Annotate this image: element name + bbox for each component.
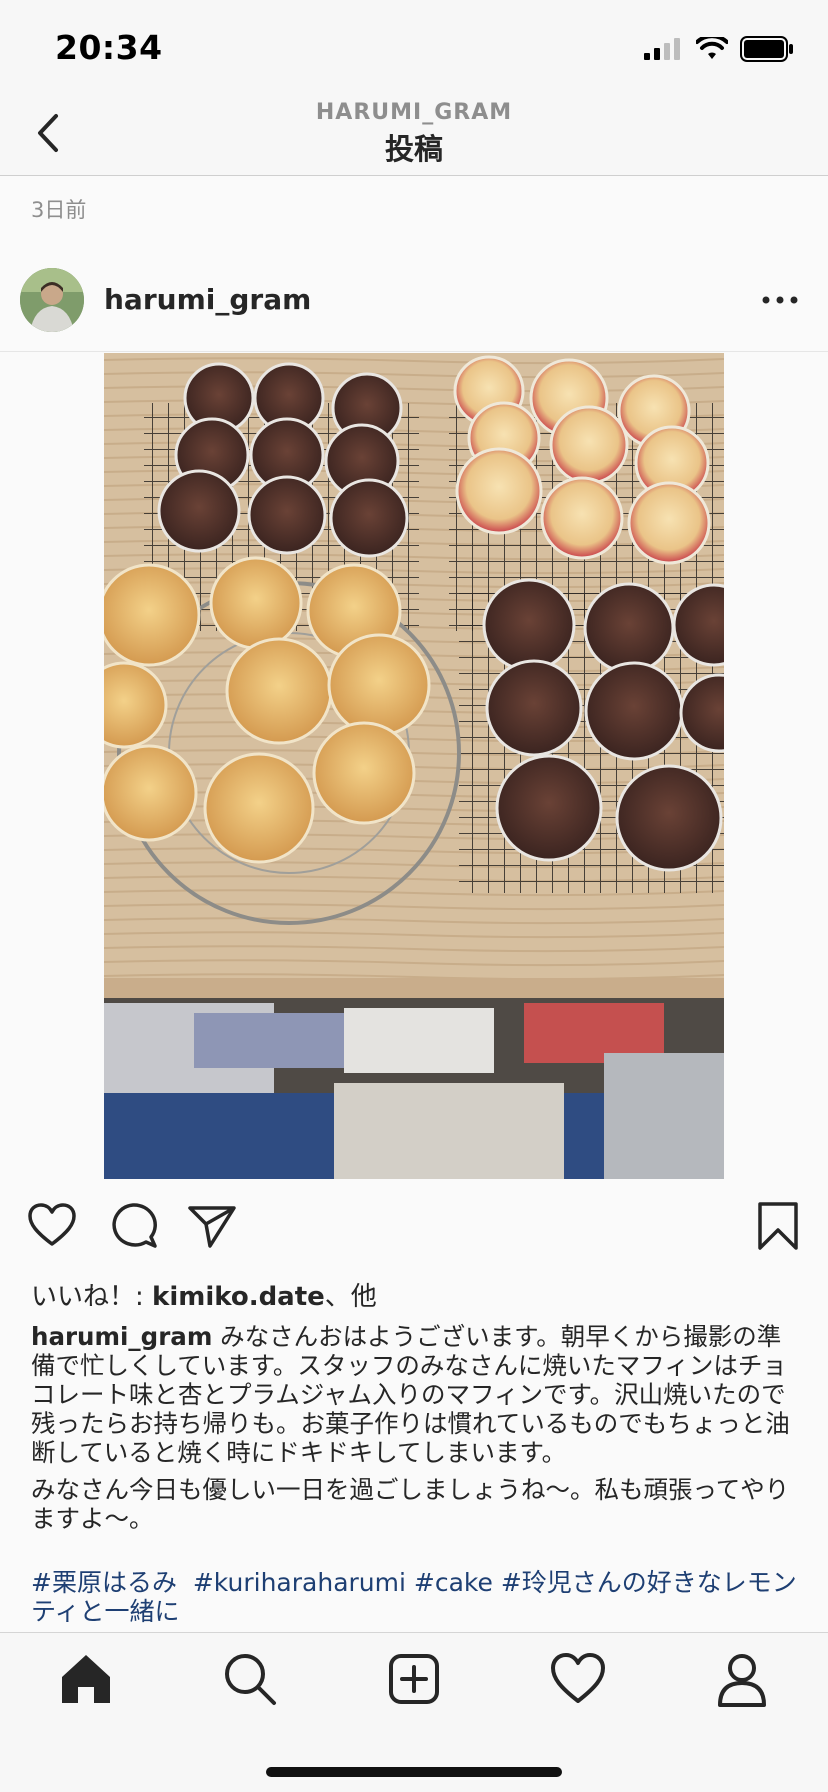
- caption-username[interactable]: harumi_gram: [31, 1322, 212, 1351]
- hashtag[interactable]: #栗原はるみ: [31, 1568, 177, 1597]
- post-caption: harumi_gram みなさんおはようございます。朝早くから撮影の準備で忙しく…: [31, 1322, 801, 1533]
- home-indicator[interactable]: [266, 1767, 562, 1777]
- home-icon: [62, 1655, 110, 1703]
- save-button[interactable]: [752, 1200, 804, 1252]
- caption-text-2: みなさん今日も優しい一日を過ごしましょうね〜。私も頑張ってやりますよ〜。: [31, 1475, 790, 1533]
- hashtag[interactable]: #kuriharaharumi: [193, 1568, 406, 1597]
- post-username[interactable]: harumi_gram: [104, 283, 311, 316]
- tab-profile[interactable]: [712, 1649, 772, 1709]
- send-icon: [188, 1206, 236, 1248]
- post-header: harumi_gram: [0, 262, 828, 352]
- page-title: 投稿: [384, 132, 443, 166]
- activity-heart-icon: [551, 1653, 605, 1703]
- nav-account-name: HARUMI_GRAM: [315, 100, 513, 125]
- tab-bar: [0, 1632, 828, 1792]
- signal-icon: [644, 38, 680, 60]
- search-icon: [225, 1654, 276, 1705]
- avatar[interactable]: [20, 268, 84, 332]
- add-post-icon: [389, 1654, 439, 1704]
- heart-icon: [28, 1203, 76, 1246]
- comment-icon: [112, 1203, 157, 1248]
- tab-search[interactable]: [220, 1649, 280, 1709]
- avatar-image: [20, 268, 84, 332]
- likes-suffix: 、他: [324, 1282, 377, 1312]
- wifi-icon: [696, 37, 728, 59]
- more-options-button[interactable]: [760, 282, 800, 318]
- hashtag[interactable]: #cake: [414, 1568, 493, 1597]
- status-bar: 20:34: [0, 0, 828, 100]
- likes-line[interactable]: いいね！: kimiko.date、他: [31, 1276, 377, 1313]
- battery-icon: [740, 36, 793, 62]
- tab-activity[interactable]: [548, 1649, 608, 1709]
- comment-button[interactable]: [107, 1200, 159, 1252]
- likes-user[interactable]: kimiko.date: [152, 1282, 325, 1312]
- nav-header: HARUMI_GRAM 投稿: [0, 100, 828, 176]
- post-actions: [0, 1200, 828, 1260]
- likes-prefix: いいね！:: [31, 1282, 153, 1312]
- post-timestamp: 3日前: [31, 198, 87, 222]
- tab-new-post[interactable]: [384, 1649, 444, 1709]
- post-photo[interactable]: [104, 353, 724, 1179]
- share-button[interactable]: [186, 1200, 238, 1252]
- status-time: 20:34: [55, 28, 163, 67]
- profile-icon: [718, 1654, 766, 1707]
- status-icons: [644, 36, 794, 62]
- bookmark-icon: [758, 1202, 798, 1250]
- tab-home[interactable]: [56, 1649, 116, 1709]
- muffins-photo: [104, 353, 724, 1179]
- more-dots-icon: [762, 296, 798, 304]
- hashtags: #栗原はるみ #kuriharaharumi #cake #玲児さんの好きなレモ…: [31, 1568, 801, 1626]
- like-button[interactable]: [26, 1200, 78, 1252]
